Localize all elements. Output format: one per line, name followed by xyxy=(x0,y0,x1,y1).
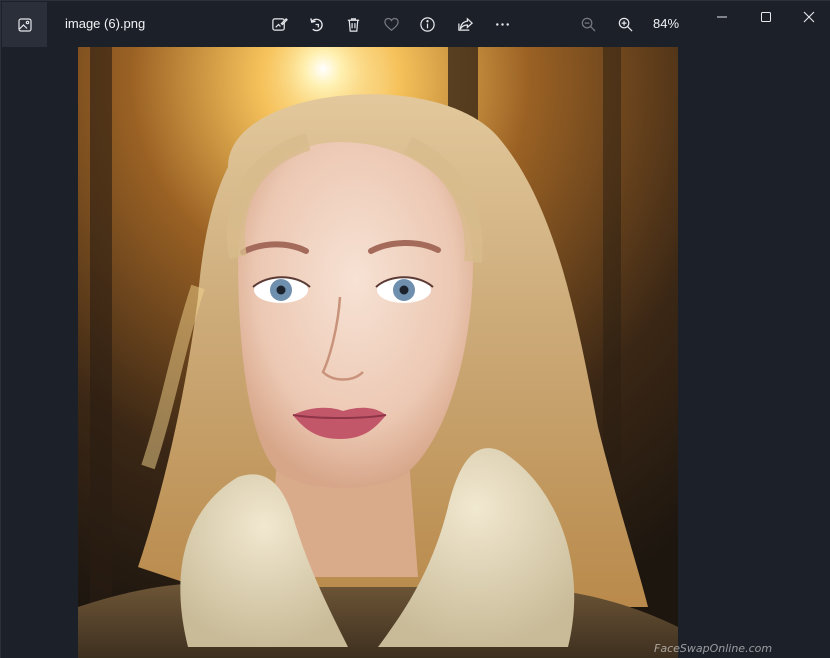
edit-image-button[interactable] xyxy=(266,12,292,36)
info-icon xyxy=(419,16,435,32)
maximize-button[interactable] xyxy=(746,3,786,31)
more-options-button[interactable] xyxy=(489,12,515,36)
title-bar: image (6).png 84% xyxy=(1,1,830,47)
info-button[interactable] xyxy=(414,12,440,36)
zoom-in-icon xyxy=(618,17,633,32)
more-options-icon xyxy=(495,22,509,26)
share-icon xyxy=(457,16,473,31)
watermark-text: FaceSwapOnline.com xyxy=(654,642,773,655)
zoom-out-button[interactable] xyxy=(575,12,601,36)
zoom-out-icon xyxy=(581,17,596,32)
rotate-button[interactable] xyxy=(303,12,329,36)
minimize-icon xyxy=(717,16,727,18)
favorite-heart-icon xyxy=(383,17,399,31)
gallery-button[interactable] xyxy=(2,2,47,47)
delete-button[interactable] xyxy=(340,12,366,36)
gallery-icon xyxy=(17,17,32,32)
edit-image-icon xyxy=(271,17,288,31)
rotate-icon xyxy=(309,17,323,31)
delete-icon xyxy=(347,17,359,32)
favorite-button[interactable] xyxy=(378,12,404,36)
minimize-button[interactable] xyxy=(702,3,742,31)
zoom-in-button[interactable] xyxy=(612,12,638,36)
displayed-photo xyxy=(78,47,678,658)
share-button[interactable] xyxy=(452,12,478,36)
close-icon xyxy=(803,11,815,23)
photo-viewer-window: image (6).png 84% FaceSwapOnline.com xyxy=(0,0,830,658)
zoom-level[interactable]: 84% xyxy=(653,16,679,31)
maximize-icon xyxy=(761,12,771,22)
close-button[interactable] xyxy=(789,3,829,31)
file-name-title: image (6).png xyxy=(65,16,146,31)
